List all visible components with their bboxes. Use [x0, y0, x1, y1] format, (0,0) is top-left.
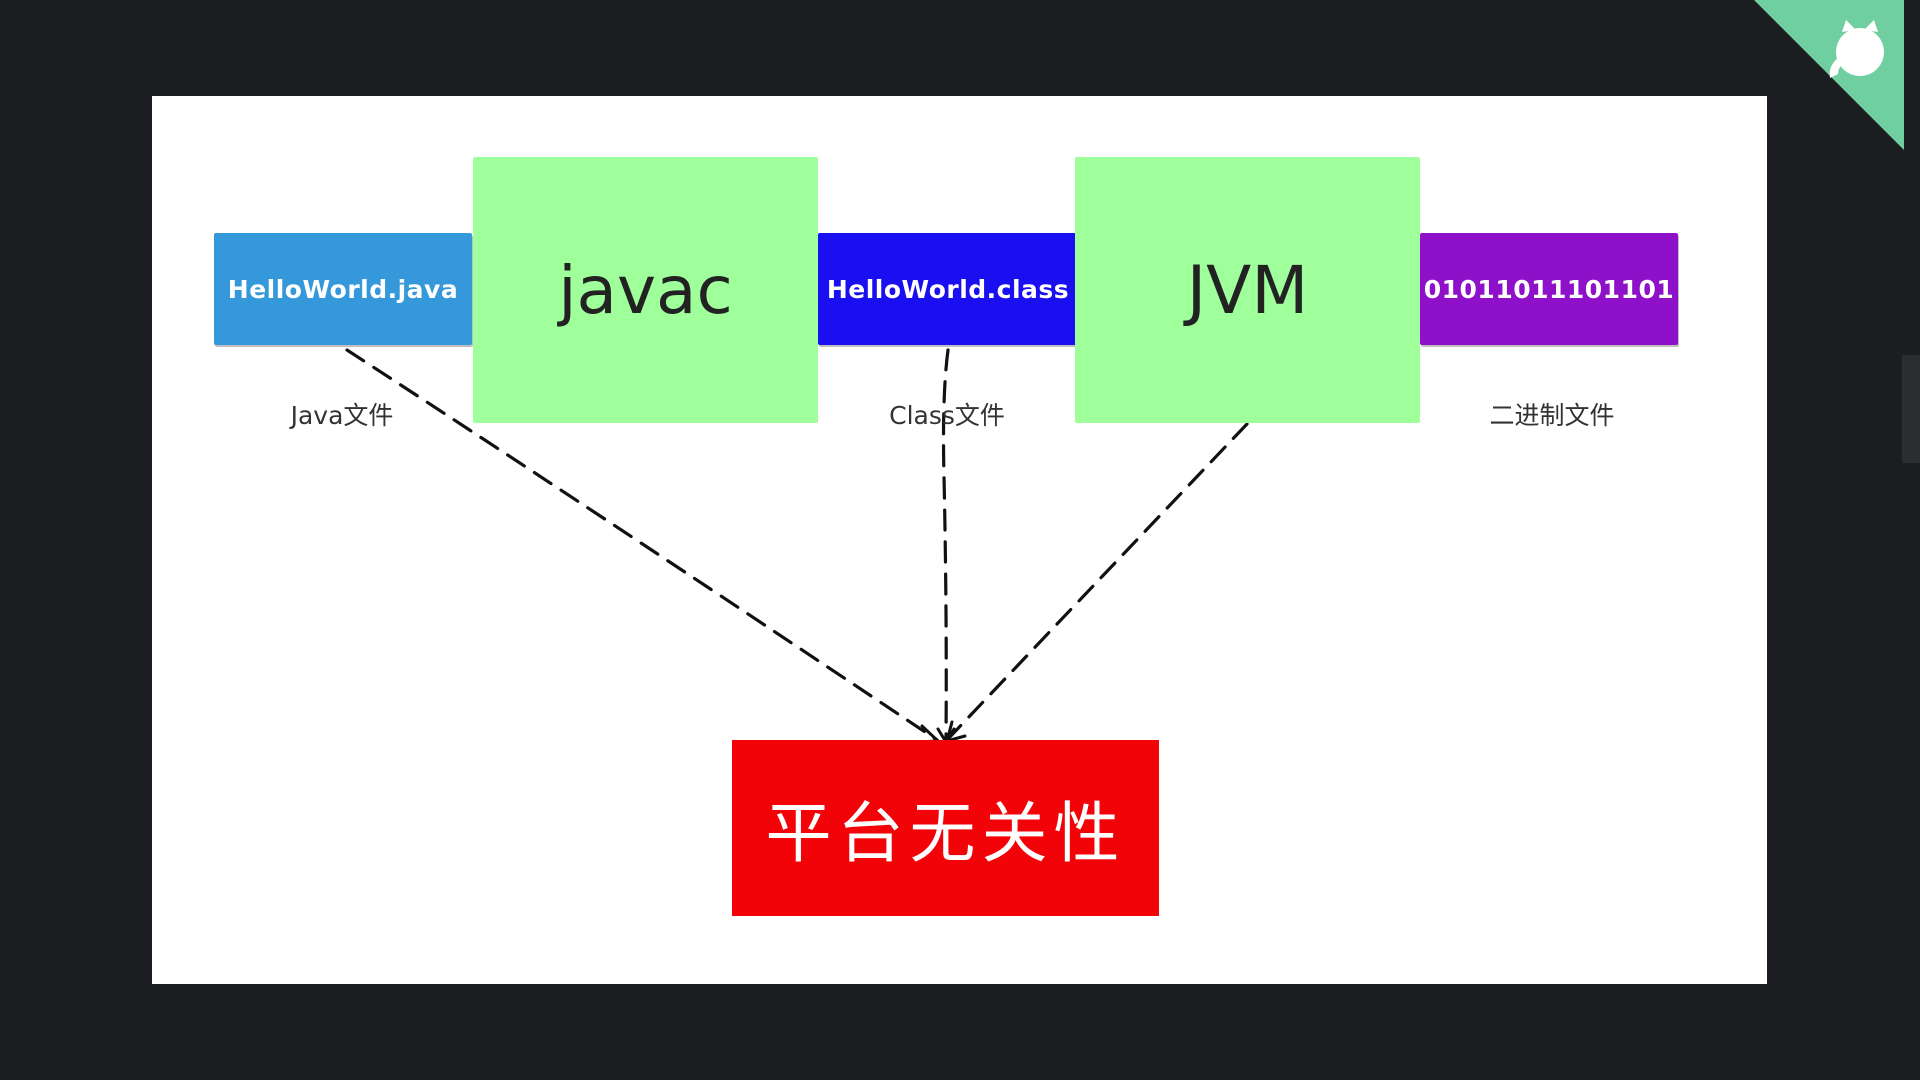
platform-independence-label: 平台无关性: [765, 795, 1126, 872]
java-file-label: HelloWorld.java: [227, 274, 459, 304]
javac-label: javac: [558, 251, 733, 329]
java-file-caption: Java文件: [290, 401, 394, 430]
github-corner-badge[interactable]: [1754, 0, 1904, 150]
jvm-label: JVM: [1186, 251, 1309, 329]
class-file-caption: Class文件: [889, 401, 1005, 430]
side-scroll-handle[interactable]: [1902, 355, 1920, 463]
edge-jvm-to-platform: [945, 422, 1249, 742]
java-file-node: HelloWorld.java: [214, 233, 472, 345]
viewer-stage: HelloWorld.java Java文件 javac HelloWorld.…: [0, 0, 1920, 1080]
class-file-label: HelloWorld.class: [826, 274, 1070, 304]
binary-file-caption: 二进制文件: [1489, 401, 1615, 430]
diagram-canvas: HelloWorld.java Java文件 javac HelloWorld.…: [152, 96, 1767, 984]
platform-independence-node: 平台无关性: [732, 740, 1159, 916]
class-file-node: HelloWorld.class: [818, 233, 1078, 345]
jvm-node: JVM: [1075, 157, 1420, 423]
binary-file-node: 01011011101101: [1420, 233, 1678, 345]
binary-file-label: 01011011101101: [1423, 274, 1675, 304]
javac-node: javac: [473, 157, 818, 423]
